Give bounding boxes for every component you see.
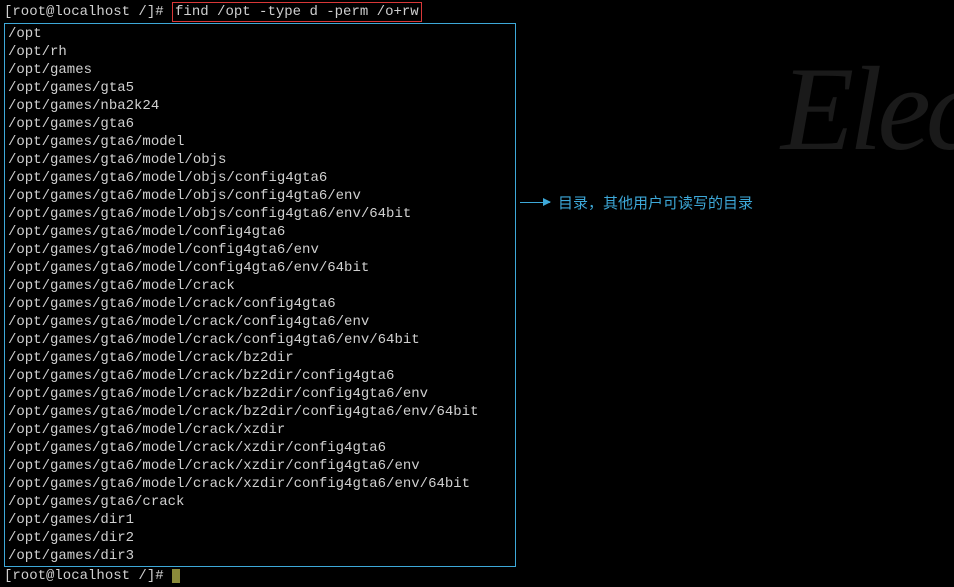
output-line: /opt/games [8, 61, 512, 79]
output-line: /opt/games/gta6/model/objs/config4gta6/e… [8, 187, 512, 205]
prompt-line-2: [root@localhost /]# [4, 567, 950, 585]
output-line: /opt [8, 25, 512, 43]
terminal-cursor [172, 569, 180, 583]
output-line: /opt/games/gta6/model/crack/bz2dir/confi… [8, 385, 512, 403]
output-line: /opt/games/gta6/crack [8, 493, 512, 511]
output-highlight-box: /opt/opt/rh/opt/games/opt/games/gta5/opt… [4, 23, 516, 567]
command-highlight-box: find /opt -type d -perm /o+rw [172, 2, 422, 22]
arrow-icon [520, 202, 550, 203]
output-line: /opt/games/gta6/model/config4gta6/env [8, 241, 512, 259]
output-line: /opt/games/gta6/model/crack [8, 277, 512, 295]
output-line: /opt/games/gta6/model/crack/xzdir/config… [8, 439, 512, 457]
output-line: /opt/games/dir1 [8, 511, 512, 529]
output-line: /opt/games/gta6/model/objs [8, 151, 512, 169]
output-line: /opt/games/gta6/model/crack/bz2dir/confi… [8, 403, 512, 421]
output-line: /opt/rh [8, 43, 512, 61]
output-line: /opt/games/gta6/model/crack/config4gta6/… [8, 313, 512, 331]
shell-prompt: [root@localhost /]# [4, 3, 172, 21]
output-line: /opt/games/nba2k24 [8, 97, 512, 115]
output-line: /opt/games/dir2 [8, 529, 512, 547]
annotation-text: 目录，其他用户可读写的目录 [558, 192, 753, 213]
annotation-callout: 目录，其他用户可读写的目录 [520, 192, 753, 213]
shell-prompt: [root@localhost /]# [4, 567, 172, 585]
prompt-line-1: [root@localhost /]# find /opt -type d -p… [4, 2, 950, 22]
output-line: /opt/games/gta6/model/crack/xzdir/config… [8, 475, 512, 493]
output-line: /opt/games/gta6/model/crack/config4gta6/… [8, 331, 512, 349]
output-line: /opt/games/gta6 [8, 115, 512, 133]
output-line: /opt/games/gta6/model/crack/config4gta6 [8, 295, 512, 313]
output-line: /opt/games/gta6/model/crack/bz2dir [8, 349, 512, 367]
output-line: /opt/games/gta6/model/config4gta6 [8, 223, 512, 241]
terminal-window[interactable]: [root@localhost /]# find /opt -type d -p… [0, 0, 954, 587]
output-line: /opt/games/gta6/model/config4gta6/env/64… [8, 259, 512, 277]
output-line: /opt/games/gta6/model/objs/config4gta6 [8, 169, 512, 187]
output-line: /opt/games/gta5 [8, 79, 512, 97]
output-line: /opt/games/gta6/model/objs/config4gta6/e… [8, 205, 512, 223]
output-line: /opt/games/dir3 [8, 547, 512, 565]
output-line: /opt/games/gta6/model/crack/bz2dir/confi… [8, 367, 512, 385]
output-line: /opt/games/gta6/model [8, 133, 512, 151]
output-line: /opt/games/gta6/model/crack/xzdir [8, 421, 512, 439]
command-text: find /opt -type d -perm /o+rw [175, 4, 419, 20]
output-line: /opt/games/gta6/model/crack/xzdir/config… [8, 457, 512, 475]
